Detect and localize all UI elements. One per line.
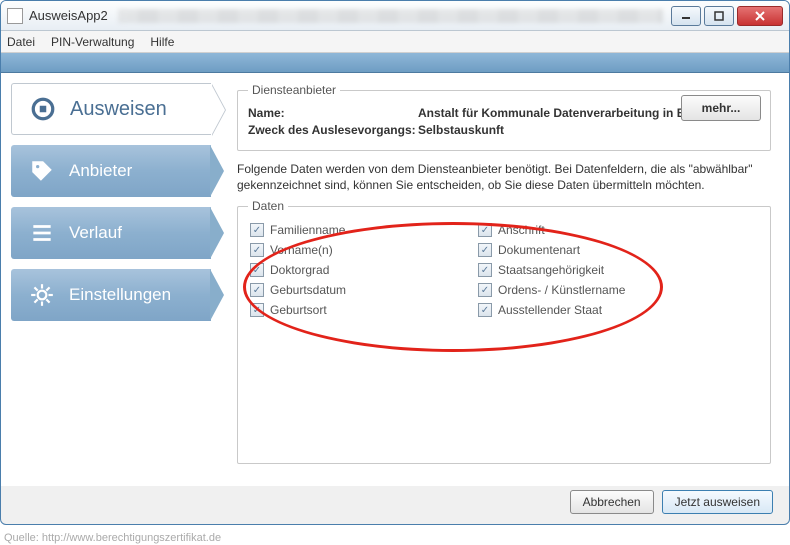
checkbox-anschrift[interactable]: ✓Anschrift <box>478 223 676 237</box>
window-title: AusweisApp2 <box>29 8 108 23</box>
checkmark-icon: ✓ <box>478 223 492 237</box>
more-button[interactable]: mehr... <box>681 95 761 121</box>
menu-help[interactable]: Hilfe <box>150 35 174 49</box>
data-legend: Daten <box>248 199 288 213</box>
sidebar-item-einstellungen[interactable]: Einstellungen <box>11 269 211 321</box>
minimize-button[interactable] <box>671 6 701 26</box>
checkbox-ordensname[interactable]: ✓Ordens- / Künstlername <box>478 283 676 297</box>
checkmark-icon: ✓ <box>250 303 264 317</box>
checkbox-familienname[interactable]: ✓Familienname <box>250 223 448 237</box>
checkbox-ausstellender-staat[interactable]: ✓Ausstellender Staat <box>478 303 676 317</box>
data-fieldset: Daten ✓Familienname ✓Anschrift ✓Vorname(… <box>237 199 771 464</box>
checkmark-icon: ✓ <box>478 303 492 317</box>
data-checkbox-grid: ✓Familienname ✓Anschrift ✓Vorname(n) ✓Do… <box>248 219 678 321</box>
checkmark-icon: ✓ <box>250 223 264 237</box>
menu-bar: Datei PIN-Verwaltung Hilfe <box>1 31 789 53</box>
tag-icon <box>29 158 55 184</box>
sidebar-item-label: Einstellungen <box>69 285 171 305</box>
checkmark-icon: ✓ <box>478 263 492 277</box>
minimize-icon <box>681 11 691 21</box>
checkmark-icon: ✓ <box>250 243 264 257</box>
maximize-button[interactable] <box>704 6 734 26</box>
menu-file[interactable]: Datei <box>7 35 35 49</box>
sidebar-item-verlauf[interactable]: Verlauf <box>11 207 211 259</box>
close-icon <box>754 11 766 21</box>
main-area: Ausweisen Anbieter Verlauf <box>1 73 789 486</box>
provider-purpose-label: Zweck des Auslesevorgangs: <box>248 123 418 137</box>
sidebar-item-label: Anbieter <box>69 161 132 181</box>
sidebar-item-anbieter[interactable]: Anbieter <box>11 145 211 197</box>
submit-button[interactable]: Jetzt ausweisen <box>662 490 773 514</box>
checkmark-icon: ✓ <box>250 263 264 277</box>
checkbox-dokumentenart[interactable]: ✓Dokumentenart <box>478 243 676 257</box>
checkmark-icon: ✓ <box>250 283 264 297</box>
cancel-button[interactable]: Abbrechen <box>570 490 654 514</box>
checkbox-vorname[interactable]: ✓Vorname(n) <box>250 243 448 257</box>
sidebar: Ausweisen Anbieter Verlauf <box>1 73 211 486</box>
checkbox-geburtsdatum[interactable]: ✓Geburtsdatum <box>250 283 448 297</box>
content-area: Diensteanbieter Name: Anstalt für Kommun… <box>211 73 789 486</box>
maximize-icon <box>714 11 724 21</box>
menu-pin[interactable]: PIN-Verwaltung <box>51 35 134 49</box>
close-button[interactable] <box>737 6 783 26</box>
header-stripe <box>1 53 789 73</box>
sidebar-item-label: Verlauf <box>69 223 122 243</box>
instruction-text: Folgende Daten werden von dem Diensteanb… <box>237 161 771 193</box>
id-card-icon <box>30 96 56 122</box>
provider-legend: Diensteanbieter <box>248 83 340 97</box>
checkbox-staatsangehoerigkeit[interactable]: ✓Staatsangehörigkeit <box>478 263 676 277</box>
checkmark-icon: ✓ <box>478 243 492 257</box>
checkbox-geburtsort[interactable]: ✓Geburtsort <box>250 303 448 317</box>
provider-purpose-value: Selbstauskunft <box>418 123 760 137</box>
app-window: AusweisApp2 Datei PIN-Verwaltung Hilfe <box>0 0 790 525</box>
sidebar-item-label: Ausweisen <box>70 98 167 121</box>
checkmark-icon: ✓ <box>478 283 492 297</box>
title-bar: AusweisApp2 <box>1 1 789 31</box>
checkbox-doktorgrad[interactable]: ✓Doktorgrad <box>250 263 448 277</box>
source-caption: Quelle: http://www.berechtigungszertifik… <box>0 530 790 544</box>
titlebar-blurred-text <box>118 9 663 23</box>
provider-name-label: Name: <box>248 106 418 120</box>
sidebar-item-ausweisen[interactable]: Ausweisen <box>11 83 211 135</box>
app-icon <box>7 8 23 24</box>
history-icon <box>29 220 55 246</box>
gear-icon <box>29 282 55 308</box>
dialog-button-bar: Abbrechen Jetzt ausweisen <box>1 486 789 524</box>
